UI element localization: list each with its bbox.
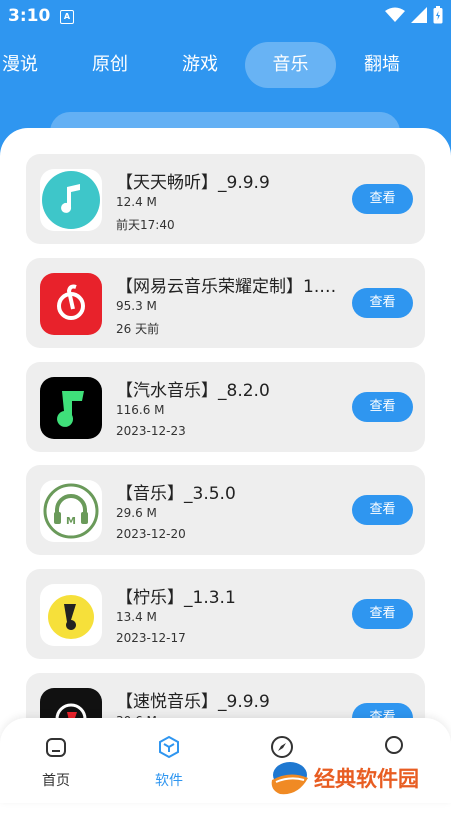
wifi-icon xyxy=(385,7,405,22)
app-size: 95.3 M xyxy=(116,299,157,313)
app-size: 13.4 M xyxy=(116,610,157,624)
notification-badge-icon: A xyxy=(60,10,74,24)
battery-icon xyxy=(433,6,443,24)
lemon-note-icon xyxy=(40,584,102,646)
app-card[interactable]: 【汽水音乐】_8.2.0 116.6 M 2023-12-23 查看 xyxy=(26,362,425,452)
app-title: 【音乐】_3.5.0 xyxy=(116,484,236,504)
app-card[interactable]: 【天天畅听】_9.9.9 12.4 M 前天17:40 查看 xyxy=(26,154,425,244)
tab-fanqiang[interactable]: 翻墙 xyxy=(350,42,414,88)
app-title: 【网易云音乐荣耀定制】1.5.0 xyxy=(116,277,338,297)
app-size: 12.4 M xyxy=(116,195,157,209)
tab-youxi[interactable]: 游戏 xyxy=(168,42,232,88)
soda-music-icon xyxy=(40,377,102,439)
app-date: 2023-12-23 xyxy=(116,424,186,438)
app-date: 26 天前 xyxy=(116,322,160,336)
app-date: 2023-12-20 xyxy=(116,527,186,541)
watermark: 经典软件园 xyxy=(268,756,451,800)
app-card[interactable]: M 【音乐】_3.5.0 29.6 M 2023-12-20 查看 xyxy=(26,465,425,555)
app-date: 2023-12-17 xyxy=(116,631,186,645)
app-size: 116.6 M xyxy=(116,403,165,417)
view-button[interactable]: 查看 xyxy=(352,288,413,318)
nav-software[interactable]: 软件 xyxy=(129,734,209,790)
app-title: 【天天畅听】_9.9.9 xyxy=(116,173,270,193)
view-button[interactable]: 查看 xyxy=(352,599,413,629)
watermark-logo xyxy=(271,762,308,795)
svg-text:M: M xyxy=(66,516,76,527)
cube-icon xyxy=(159,735,179,759)
view-button[interactable]: 查看 xyxy=(352,184,413,214)
app-title: 【汽水音乐】_8.2.0 xyxy=(116,381,270,401)
app-date: 前天17:40 xyxy=(116,218,175,232)
status-bar: 3:10 A xyxy=(0,0,451,32)
app-title: 【柠乐】_1.3.1 xyxy=(116,588,236,608)
tab-yinyue[interactable]: 音乐 xyxy=(245,42,336,88)
tab-yuanchuang[interactable]: 原创 xyxy=(78,42,142,88)
netease-music-icon xyxy=(40,273,102,335)
nav-home[interactable]: 首页 xyxy=(16,734,96,790)
app-size: 29.6 M xyxy=(116,506,157,520)
home-icon xyxy=(46,738,66,757)
nav-software-label: 软件 xyxy=(155,773,183,789)
watermark-text: 经典软件园 xyxy=(314,767,419,791)
category-tabs: 漫说 原创 游戏 音乐 翻墙 xyxy=(0,42,451,90)
view-button[interactable]: 查看 xyxy=(352,495,413,525)
app-title: 【速悦音乐】_9.9.9 xyxy=(116,692,270,712)
view-button[interactable]: 查看 xyxy=(352,392,413,422)
system-icons xyxy=(385,6,443,24)
nav-home-label: 首页 xyxy=(42,773,70,789)
signal-icon xyxy=(411,7,427,23)
status-time: 3:10 xyxy=(8,6,51,26)
app-card[interactable]: 【柠乐】_1.3.1 13.4 M 2023-12-17 查看 xyxy=(26,569,425,659)
app-card[interactable]: 【网易云音乐荣耀定制】1.5.0 95.3 M 26 天前 查看 xyxy=(26,258,425,348)
headphones-icon: M xyxy=(40,480,102,542)
tab-manshuo[interactable]: 漫说 xyxy=(0,42,44,88)
music-note-icon xyxy=(40,169,102,231)
